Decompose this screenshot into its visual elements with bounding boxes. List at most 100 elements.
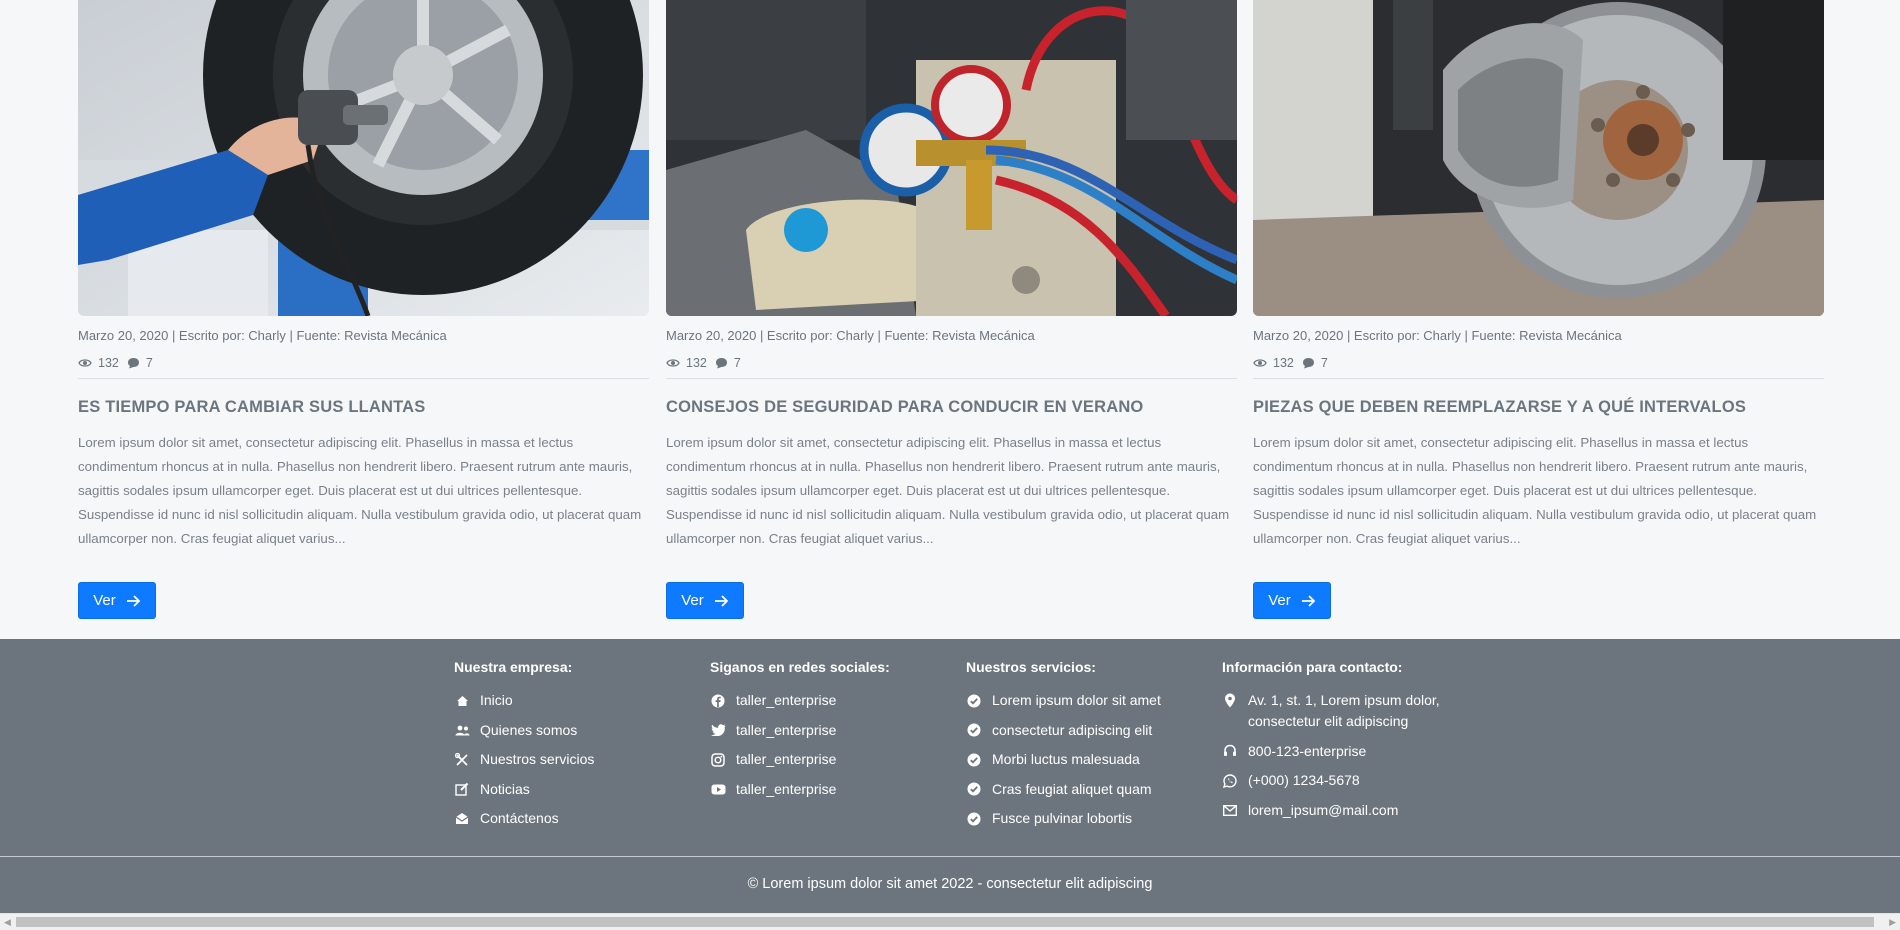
views-count: 132 [686, 356, 707, 370]
check-circle-icon [966, 690, 982, 711]
footer-link-label: Nuestros servicios [480, 751, 595, 767]
footer-link-servicios[interactable]: Nuestros servicios [454, 749, 694, 770]
footer-social-youtube[interactable]: taller_enterprise [710, 779, 950, 800]
article-excerpt: Lorem ipsum dolor sit amet, consectetur … [666, 435, 1230, 546]
footer-service-item[interactable]: Morbi luctus malesuada [966, 749, 1206, 770]
footer-services-column: Nuestros servicios: Lorem ipsum dolor si… [966, 658, 1206, 838]
site-footer: Nuestra empresa: Inicio Quienes somos Nu… [0, 639, 1900, 913]
tools-icon [454, 749, 470, 770]
article-excerpt: Lorem ipsum dolor sit amet, consectetur … [78, 435, 642, 546]
card-divider [78, 378, 649, 379]
scrollbar-thumb[interactable] [16, 917, 1874, 927]
check-circle-icon [966, 779, 982, 800]
footer-contact-whatsapp[interactable]: (+000) 1234-5678 [1222, 770, 1447, 791]
article-stats: 132 7 [666, 355, 1237, 371]
article-title[interactable]: ES TIEMPO PARA CAMBIAR SUS LLANTAS [78, 397, 649, 417]
footer-social-twitter[interactable]: taller_enterprise [710, 720, 950, 741]
footer-service-label: Morbi luctus malesuada [992, 751, 1140, 767]
ver-button[interactable]: Ver [78, 582, 156, 619]
footer-social-label: taller_enterprise [736, 751, 837, 767]
footer-link-quienes-somos[interactable]: Quienes somos [454, 720, 694, 741]
scroll-left-icon[interactable]: ◀ [4, 917, 11, 927]
comments-count: 7 [145, 356, 153, 370]
twitter-icon [710, 720, 726, 741]
footer-social-instagram[interactable]: taller_enterprise [710, 749, 950, 770]
arrow-right-icon [126, 594, 141, 607]
footer-social-facebook[interactable]: taller_enterprise [710, 690, 950, 711]
footer-link-label: Inicio [480, 692, 513, 708]
footer-link-label: Contáctenos [480, 810, 559, 826]
article-meta: Marzo 20, 2020 | Escrito por: Charly | F… [1253, 328, 1622, 343]
article-stats: 132 7 [1253, 355, 1824, 371]
footer-contact-heading: Información para contacto: [1222, 659, 1403, 675]
comment-icon [1302, 358, 1314, 369]
footer-contact-label: lorem_ipsum@mail.com [1248, 801, 1399, 818]
footer-link-label: Quienes somos [480, 721, 578, 738]
footer-social-label: taller_enterprise [736, 780, 837, 797]
headset-icon [1222, 741, 1238, 762]
footer-service-item[interactable]: consectetur adipiscing elit [966, 720, 1206, 741]
users-icon [454, 720, 470, 741]
footer-contact-address: Av. 1, st. 1, Lorem ipsum dolor, consect… [1222, 690, 1447, 732]
footer-contact-email[interactable]: lorem_ipsum@mail.com [1222, 800, 1447, 821]
copyright-text: © Lorem ipsum dolor sit amet 2022 - cons… [747, 876, 1153, 892]
article-meta: Marzo 20, 2020 | Escrito por: Charly | F… [78, 328, 447, 343]
footer-social-label: taller_enterprise [736, 692, 837, 708]
edit-icon [454, 779, 470, 800]
ver-button[interactable]: Ver [666, 582, 744, 619]
footer-service-item[interactable]: Cras feugiat aliquet quam [966, 779, 1206, 800]
footer-social-label: taller_enterprise [736, 721, 837, 738]
facebook-icon [710, 690, 726, 711]
article-title[interactable]: PIEZAS QUE DEBEN REEMPLAZARSE Y A QUÉ IN… [1253, 397, 1824, 417]
brake-disc-caliper-image[interactable] [1253, 0, 1824, 316]
article-meta: Marzo 20, 2020 | Escrito por: Charly | F… [666, 328, 1035, 343]
footer-company-column: Nuestra empresa: Inicio Quienes somos Nu… [454, 658, 694, 838]
envelope-open-icon [454, 808, 470, 829]
home-icon [454, 690, 470, 711]
ac-gauges-engine-image[interactable] [666, 0, 1237, 316]
ver-button[interactable]: Ver [1253, 582, 1331, 619]
footer-service-item[interactable]: Lorem ipsum dolor sit amet [966, 690, 1206, 711]
news-card: Marzo 20, 2020 | Escrito por: Charly | F… [78, 0, 649, 619]
footer-service-label: Cras feugiat aliquet quam [992, 780, 1152, 797]
comment-icon [715, 358, 727, 369]
footer-link-label: Noticias [480, 780, 530, 797]
footer-contact-label: (+000) 1234-5678 [1248, 772, 1360, 788]
footer-service-label: Lorem ipsum dolor sit amet [992, 692, 1161, 708]
footer-link-noticias[interactable]: Noticias [454, 779, 694, 800]
youtube-icon [710, 779, 726, 800]
eye-icon [1253, 359, 1267, 367]
ver-button-label: Ver [681, 592, 704, 609]
article-title[interactable]: CONSEJOS DE SEGURIDAD PARA CONDUCIR EN V… [666, 397, 1237, 417]
eye-icon [78, 359, 92, 367]
card-divider [666, 378, 1237, 379]
instagram-icon [710, 749, 726, 770]
mechanic-changing-tire-image[interactable] [78, 0, 649, 316]
news-cards-section: Marzo 20, 2020 | Escrito por: Charly | F… [0, 0, 1900, 639]
check-circle-icon [966, 720, 982, 741]
footer-social-heading: Siganos en redes sociales: [710, 659, 890, 675]
footer-service-item[interactable]: Fusce pulvinar lobortis [966, 808, 1206, 829]
ver-button-label: Ver [1268, 592, 1291, 609]
footer-link-contactenos[interactable]: Contáctenos [454, 808, 694, 829]
footer-service-label: consectetur adipiscing elit [992, 721, 1153, 738]
comment-icon [127, 358, 139, 369]
map-pin-icon [1222, 690, 1238, 711]
check-circle-icon [966, 749, 982, 770]
news-card: Marzo 20, 2020 | Escrito por: Charly | F… [1253, 0, 1824, 619]
check-circle-icon [966, 808, 982, 829]
news-card: Marzo 20, 2020 | Escrito por: Charly | F… [666, 0, 1237, 619]
horizontal-scrollbar[interactable]: ◀ ▶ [0, 913, 1900, 930]
footer-link-inicio[interactable]: Inicio [454, 690, 694, 711]
mail-icon [1222, 800, 1238, 821]
article-excerpt: Lorem ipsum dolor sit amet, consectetur … [1253, 435, 1817, 546]
scroll-right-icon[interactable]: ▶ [1889, 917, 1896, 927]
footer-contact-label: 800-123-enterprise [1248, 742, 1367, 759]
footer-contact-phone[interactable]: 800-123-enterprise [1222, 741, 1447, 762]
footer-social-column: Siganos en redes sociales: taller_enterp… [710, 658, 950, 808]
article-stats: 132 7 [78, 355, 649, 371]
footer-contact-column: Información para contacto: Av. 1, st. 1,… [1222, 658, 1447, 829]
arrow-right-icon [714, 594, 729, 607]
arrow-right-icon [1301, 594, 1316, 607]
footer-contact-label: Av. 1, st. 1, Lorem ipsum dolor, consect… [1248, 692, 1440, 729]
